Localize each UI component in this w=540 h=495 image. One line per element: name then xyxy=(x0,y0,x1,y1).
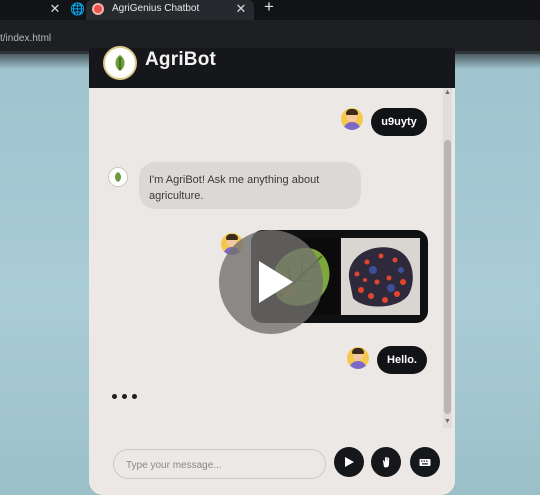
close-icon[interactable]: ✕ xyxy=(48,1,62,17)
scrollbar-thumb[interactable] xyxy=(444,140,451,414)
message-input[interactable] xyxy=(126,457,316,473)
typing-indicator xyxy=(112,394,137,399)
tab-title[interactable]: AgriGenius Chatbot xyxy=(112,3,199,14)
scroll-up-icon[interactable]: ▲ xyxy=(443,88,452,98)
hand-icon xyxy=(383,456,390,468)
user-message: u9uyty xyxy=(371,108,427,136)
send-icon xyxy=(345,457,354,467)
keyboard-icon xyxy=(419,459,431,466)
new-tab-button[interactable]: + xyxy=(261,0,277,16)
gesture-button[interactable] xyxy=(371,447,401,477)
tab-favicon-icon xyxy=(92,3,104,15)
globe-icon: 🌐 xyxy=(70,2,85,16)
scroll-down-icon[interactable]: ▼ xyxy=(443,417,452,427)
disease-spots-image xyxy=(341,238,420,315)
play-icon xyxy=(259,261,293,303)
url-text[interactable]: t/index.html xyxy=(0,33,51,44)
bot-avatar-icon xyxy=(108,167,128,187)
user-avatar xyxy=(341,108,363,130)
message-input-wrapper[interactable] xyxy=(113,449,326,479)
user-avatar xyxy=(347,347,369,369)
agribot-logo-icon xyxy=(103,46,137,80)
tab-close-icon[interactable]: ✕ xyxy=(234,1,248,17)
send-button[interactable] xyxy=(334,447,364,477)
user-message: Hello. xyxy=(377,346,427,374)
chat-title: AgriBot xyxy=(145,49,217,70)
play-button[interactable] xyxy=(219,230,323,334)
bot-message: I'm AgriBot! Ask me anything about agric… xyxy=(139,162,361,209)
keyboard-button[interactable] xyxy=(410,447,440,477)
chat-header xyxy=(89,48,455,88)
